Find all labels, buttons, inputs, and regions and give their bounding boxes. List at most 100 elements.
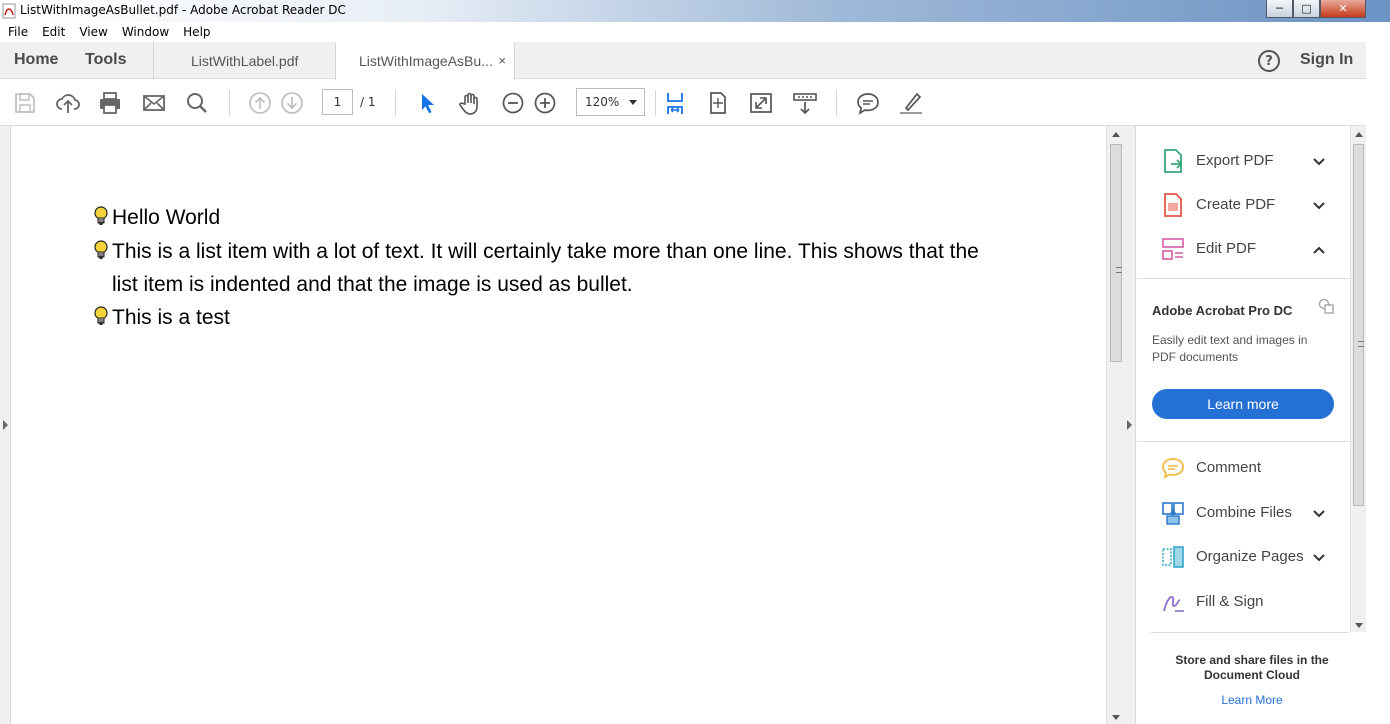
toolbar-separator [395, 90, 396, 116]
panel-divider [1137, 278, 1349, 279]
help-icon[interactable]: ? [1258, 50, 1280, 72]
document-scrollbar[interactable] [1106, 126, 1124, 724]
tool-combine-files[interactable]: Combine Files [1137, 496, 1349, 532]
scroll-grip-icon [1116, 267, 1122, 273]
list-item: This is a test [93, 301, 1042, 334]
window-right-edge [1366, 42, 1390, 724]
panel-divider [1137, 441, 1349, 442]
list-item-text: This is a test [112, 306, 230, 329]
tool-label: Create PDF [1196, 196, 1276, 213]
close-tab-icon[interactable]: × [498, 53, 506, 68]
email-icon[interactable] [141, 90, 167, 116]
comment-tool-icon [1162, 458, 1184, 479]
toolbar-separator [836, 90, 837, 116]
promo-title: Adobe Acrobat Pro DC [1152, 303, 1293, 318]
zoom-value: 120% [585, 95, 620, 109]
toolbar [0, 80, 1366, 126]
chevron-up-icon[interactable] [1312, 243, 1326, 257]
print-icon[interactable] [97, 90, 123, 116]
menu-view[interactable]: View [79, 25, 107, 39]
scroll-down-arrow-icon[interactable] [1112, 715, 1120, 720]
list-item-text-line-1: This is a list item with a lot of text. … [112, 240, 979, 263]
menu-edit[interactable]: Edit [42, 25, 65, 39]
chevron-down-icon[interactable] [1312, 551, 1326, 565]
lightbulb-bullet-icon [94, 206, 108, 225]
zoom-in-icon[interactable] [532, 90, 558, 116]
highlight-icon[interactable] [898, 90, 924, 116]
fit-page-icon[interactable] [705, 90, 731, 116]
tool-comment[interactable]: Comment [1137, 451, 1349, 487]
scroll-down-arrow-icon[interactable] [1355, 623, 1363, 628]
menu-file[interactable]: File [8, 25, 28, 39]
create-pdf-icon [1164, 193, 1182, 217]
chevron-down-icon[interactable] [1312, 199, 1326, 213]
promo-description: Easily edit text and images in PDF docum… [1152, 333, 1308, 364]
acrobat-app-icon [2, 3, 16, 19]
read-mode-icon[interactable] [792, 90, 818, 116]
zoom-out-icon[interactable] [500, 90, 526, 116]
menu-help[interactable]: Help [183, 25, 210, 39]
select-pointer-icon[interactable] [414, 90, 440, 116]
cloud-storage-text: Store and share files in the Document Cl… [1175, 653, 1329, 682]
full-screen-icon[interactable] [748, 90, 774, 116]
left-panel-toggle[interactable] [0, 126, 11, 724]
list-item-text-line-2: list item is indented and that the image… [112, 273, 633, 296]
chevron-down-icon [629, 100, 637, 105]
chevron-down-icon[interactable] [1312, 507, 1326, 521]
tool-create-pdf[interactable]: Create PDF [1137, 188, 1349, 224]
page-number-input[interactable]: 1 [322, 89, 353, 115]
document-page: Hello World This is a list item with a l… [12, 126, 1106, 724]
scroll-up-arrow-icon[interactable] [1112, 132, 1120, 137]
learn-more-button[interactable]: Learn more [1152, 389, 1334, 419]
menu-bar: File Edit View Window Help [0, 22, 1390, 42]
sign-in-link[interactable]: Sign In [1300, 51, 1353, 69]
next-page-icon[interactable] [279, 90, 305, 116]
tool-edit-pdf[interactable]: Edit PDF [1137, 232, 1349, 268]
minimize-button[interactable]: ─ [1266, 0, 1293, 18]
list-item: Hello World [93, 201, 1042, 234]
hand-icon[interactable] [457, 90, 483, 116]
tools-pane-scrollbar[interactable] [1350, 126, 1366, 632]
page-total: / 1 [360, 95, 376, 109]
tool-label: Organize Pages [1196, 548, 1304, 565]
tab-label: ListWithImageAsBu... [359, 53, 493, 69]
window-title-bar: ListWithImageAsBullet.pdf - Adobe Acroba… [0, 0, 1390, 22]
upload-icon[interactable] [55, 90, 81, 116]
window-title: ListWithImageAsBullet.pdf - Adobe Acroba… [20, 3, 346, 17]
lightbulb-bullet-icon [94, 240, 108, 259]
menu-window[interactable]: Window [122, 25, 169, 39]
list-item: This is a list item with a lot of text. … [93, 235, 1042, 301]
close-window-button[interactable]: ✕ [1320, 0, 1366, 18]
tool-label: Edit PDF [1196, 240, 1257, 257]
tab-document-listwithimageasbullet[interactable]: ListWithImageAsBu... × [335, 42, 515, 80]
chevron-down-icon[interactable] [1312, 155, 1326, 169]
maximize-button[interactable]: □ [1293, 0, 1320, 18]
comment-icon[interactable] [855, 90, 881, 116]
scrollbar-thumb[interactable] [1110, 144, 1122, 362]
toolbar-separator [229, 90, 230, 116]
zoom-select[interactable]: 120% [576, 88, 645, 116]
toolbar-separator [655, 90, 656, 116]
list-item-text: Hello World [112, 206, 221, 229]
fill-sign-icon [1163, 596, 1184, 612]
dismiss-promo-icon[interactable] [1318, 298, 1334, 314]
tab-tools[interactable]: Tools [85, 51, 126, 69]
search-icon[interactable] [184, 90, 210, 116]
tool-export-pdf[interactable]: Export PDF [1137, 144, 1349, 180]
fit-width-icon[interactable] [662, 90, 688, 116]
tool-organize-pages[interactable]: Organize Pages [1137, 540, 1349, 576]
right-panel-toggle[interactable] [1124, 126, 1136, 724]
collapse-arrow-icon [1127, 420, 1132, 430]
panel-divider [1151, 632, 1349, 633]
tool-fill-sign[interactable]: Fill & Sign [1137, 585, 1349, 621]
save-icon[interactable] [12, 90, 38, 116]
tool-label: Fill & Sign [1196, 593, 1264, 610]
cloud-learn-more-link[interactable]: Learn More [1157, 693, 1347, 707]
scrollbar-thumb[interactable] [1353, 144, 1364, 506]
prev-page-icon[interactable] [247, 90, 273, 116]
tab-home[interactable]: Home [14, 51, 58, 69]
tab-document-listwithlabel[interactable]: ListWithLabel.pdf [153, 42, 335, 79]
tool-label: Combine Files [1196, 504, 1292, 521]
organize-pages-icon [1162, 546, 1184, 568]
scroll-up-arrow-icon[interactable] [1355, 132, 1363, 137]
